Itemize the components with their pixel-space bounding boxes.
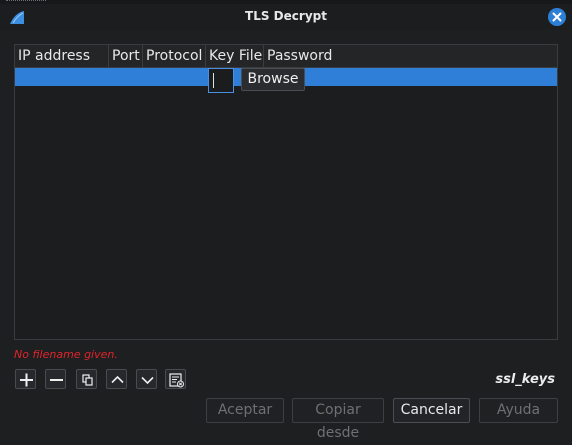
move-up-button[interactable] (106, 369, 127, 389)
help-button[interactable]: Ayuda (479, 398, 558, 423)
close-button[interactable] (548, 8, 566, 26)
plus-icon (20, 373, 33, 387)
key-file-editor[interactable] (208, 68, 234, 93)
column-header-ip-address[interactable]: IP address (15, 45, 109, 67)
clear-list-icon (169, 373, 184, 388)
title-bar: TLS Decrypt (0, 4, 572, 30)
move-down-button[interactable] (136, 369, 157, 389)
close-icon (552, 12, 562, 22)
column-header-port[interactable]: Port (109, 45, 143, 67)
minus-icon (50, 379, 63, 381)
ok-button[interactable]: Aceptar (206, 398, 284, 423)
remove-entry-button[interactable] (45, 369, 66, 389)
clear-entries-button[interactable] (165, 369, 186, 389)
column-header-key-file[interactable]: Key File (206, 45, 264, 67)
table-header: IP address Port Protocol Key File Passwo… (15, 45, 557, 68)
chevron-up-icon (111, 375, 124, 384)
add-entry-button[interactable] (15, 369, 36, 389)
copy-entry-button[interactable] (76, 369, 97, 389)
column-header-password[interactable]: Password (264, 45, 559, 67)
keys-table[interactable]: IP address Port Protocol Key File Passwo… (14, 44, 558, 340)
error-message: No filename given. (14, 348, 118, 361)
column-header-protocol[interactable]: Protocol (143, 45, 206, 67)
uat-name-label: ssl_keys (495, 372, 555, 387)
window-title: TLS Decrypt (245, 9, 327, 23)
copy-from-button[interactable]: Copiar desde (292, 398, 384, 441)
text-caret (213, 73, 214, 88)
cancel-button[interactable]: Cancelar (393, 398, 470, 423)
browse-button[interactable]: Browse (241, 68, 305, 91)
copy-icon (82, 374, 93, 386)
chevron-down-icon (141, 376, 154, 385)
